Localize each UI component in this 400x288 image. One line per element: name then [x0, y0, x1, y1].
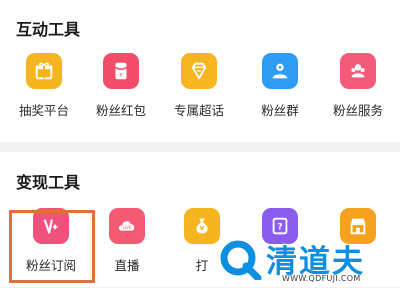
section-title-monetization-tools: 变现工具 [16, 173, 81, 192]
service-icon [340, 53, 376, 89]
tool-label: 粉丝红包 [95, 103, 146, 118]
interactive-tools-row: 抽奖平台 ¥ 粉丝红包 专属超话 粉丝群 粉丝服务 [0, 53, 400, 133]
money-bag-icon [184, 208, 220, 244]
tool-label: 直播 [114, 258, 140, 273]
gift-icon [26, 53, 62, 89]
group-icon [262, 53, 298, 89]
highlight-box [9, 210, 95, 283]
svg-text:¥: ¥ [119, 73, 123, 79]
watermark-logo [220, 240, 262, 280]
tool-fan-red-envelope[interactable]: ¥ 粉丝红包 [83, 53, 159, 131]
interactive-tools-card: 互动工具 抽奖平台 ¥ 粉丝红包 专属超话 粉丝群 粉丝服务 [0, 0, 400, 142]
diamond-icon [181, 53, 217, 89]
watermark: 清道夫 WWW.QDFUJI.COM [218, 238, 400, 287]
tool-label: 粉丝群 [261, 103, 299, 118]
watermark-url: WWW.QDFUJI.COM [282, 274, 361, 283]
tool-label: 打 [195, 258, 209, 273]
tool-label: 专属超话 [173, 103, 224, 118]
svg-text:?: ? [277, 222, 282, 233]
svg-text:LIVE: LIVE [123, 225, 132, 230]
tool-label: 粉丝服务 [332, 103, 383, 118]
tool-fan-group[interactable]: 粉丝群 [242, 53, 318, 131]
tool-label: 抽奖平台 [18, 103, 69, 118]
live-cloud-icon: LIVE [109, 208, 145, 244]
tool-lottery-platform[interactable]: 抽奖平台 [6, 53, 82, 131]
tool-live-stream[interactable]: LIVE 直播 [89, 208, 165, 286]
section-title-interactive-tools: 互动工具 [16, 20, 81, 39]
tool-fan-service[interactable]: 粉丝服务 [320, 53, 396, 131]
tool-exclusive-topic[interactable]: 专属超话 [161, 53, 237, 131]
red-envelope-icon: ¥ [103, 53, 139, 89]
